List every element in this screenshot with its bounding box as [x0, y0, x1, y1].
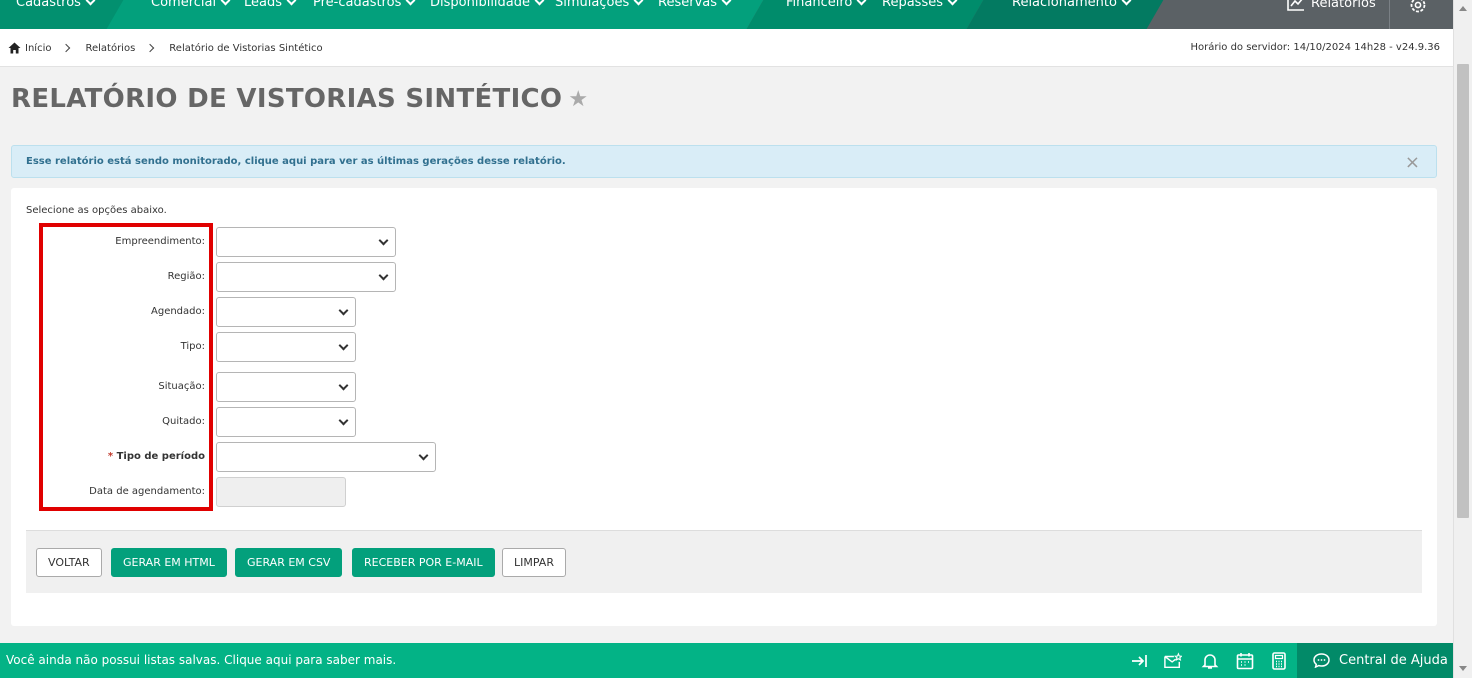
nav-reports-button[interactable]: Relatórios: [1287, 0, 1376, 11]
gerar-html-button[interactable]: GERAR EM HTML: [111, 548, 227, 577]
chevron-down-icon: [338, 415, 349, 426]
breadcrumb-current: Relatório de Vistorias Sintético: [169, 42, 323, 54]
tipo-select[interactable]: [216, 332, 356, 362]
nav-item-cadastros[interactable]: Cadastros: [16, 0, 96, 10]
nav-item-reservas[interactable]: Reservas: [658, 0, 732, 10]
scroll-thumb[interactable]: [1457, 64, 1469, 518]
regiao-select[interactable]: [216, 262, 396, 292]
monitoring-alert: Esse relatório está sendo monitorado, cl…: [11, 145, 1437, 178]
chevron-down-icon: [220, 0, 231, 6]
highlight-box: [39, 223, 213, 511]
situacao-select[interactable]: [216, 372, 356, 402]
page-title: RELATÓRIO DE VISTORIAS SINTÉTICO: [11, 84, 563, 114]
scroll-down-arrow-icon[interactable]: [1459, 666, 1467, 671]
nav-item-simulacoes[interactable]: Simulações: [555, 0, 644, 10]
chevron-down-icon: [286, 0, 297, 6]
chevron-right-icon: [146, 43, 155, 53]
chevron-down-icon: [378, 270, 389, 281]
chevron-down-icon: [405, 0, 416, 6]
top-navigation: Cadastros Comercial Leads Pré-cadastros …: [0, 0, 1453, 29]
chevron-down-icon: [856, 0, 867, 6]
chevron-down-icon: [1121, 0, 1132, 6]
chevron-down-icon: [338, 340, 349, 351]
scroll-up-arrow-icon[interactable]: [1459, 6, 1467, 11]
mail-star-icon[interactable]: [1164, 652, 1182, 670]
help-center-button[interactable]: Central de Ajuda: [1297, 643, 1453, 678]
nav-item-relacionamento[interactable]: Relacionamento: [1012, 0, 1132, 10]
chevron-down-icon: [418, 450, 429, 461]
report-form-panel: Selecione as opções abaixo. Empreendimen…: [11, 188, 1437, 626]
action-bar: VOLTAR GERAR EM HTML GERAR EM CSV RECEBE…: [26, 530, 1422, 593]
footer-bar: Você ainda não possui listas salvas. Cli…: [0, 643, 1453, 678]
receber-email-button[interactable]: RECEBER POR E-MAIL: [352, 548, 495, 577]
home-icon: [8, 42, 21, 54]
breadcrumb: Início Relatórios Relatório de Vistorias…: [8, 42, 323, 54]
gear-icon: [1410, 0, 1426, 13]
quitado-select[interactable]: [216, 407, 356, 437]
settings-button[interactable]: [1408, 0, 1428, 15]
breadcrumb-home[interactable]: Início: [8, 42, 51, 54]
chevron-right-icon: [62, 43, 71, 53]
form-intro: Selecione as opções abaixo.: [26, 205, 167, 216]
close-icon[interactable]: ×: [1405, 152, 1420, 173]
empreendimento-select[interactable]: [216, 227, 396, 257]
chevron-down-icon: [534, 0, 545, 6]
gerar-csv-button[interactable]: GERAR EM CSV: [235, 548, 343, 577]
chevron-down-icon: [85, 0, 96, 6]
chevron-down-icon: [378, 235, 389, 246]
nav-item-leads[interactable]: Leads: [244, 0, 297, 10]
server-time: Horário do servidor: 14/10/2024 14h28 - …: [1190, 42, 1440, 53]
chevron-down-icon: [338, 380, 349, 391]
page-title-row: RELATÓRIO DE VISTORIAS SINTÉTICO ★: [11, 84, 588, 114]
voltar-button[interactable]: VOLTAR: [36, 548, 102, 577]
star-icon[interactable]: ★: [568, 87, 588, 112]
saved-lists-link[interactable]: Você ainda não possui listas salvas. Cli…: [6, 653, 396, 667]
nav-item-disponibilidade[interactable]: Disponibilidade: [430, 0, 545, 10]
bell-icon[interactable]: [1201, 652, 1219, 670]
breadcrumb-bar: Início Relatórios Relatório de Vistorias…: [0, 29, 1453, 67]
alert-link[interactable]: Esse relatório está sendo monitorado, cl…: [26, 156, 566, 167]
chevron-down-icon: [721, 0, 732, 6]
nav-item-pre-cadastros[interactable]: Pré-cadastros: [313, 0, 416, 10]
vertical-scrollbar[interactable]: [1453, 0, 1472, 678]
chevron-down-icon: [947, 0, 958, 6]
nav-item-comercial[interactable]: Comercial: [151, 0, 231, 10]
chat-bubble-icon: [1313, 653, 1330, 668]
limpar-button[interactable]: LIMPAR: [502, 548, 566, 577]
nav-item-repasses[interactable]: Repasses: [882, 0, 958, 10]
calculator-icon[interactable]: [1270, 652, 1288, 670]
arrow-right-to-line-icon[interactable]: [1131, 652, 1149, 670]
tipo-periodo-select[interactable]: [216, 442, 436, 472]
chevron-down-icon: [633, 0, 644, 6]
data-agendamento-input: [216, 477, 346, 507]
chart-line-icon: [1287, 0, 1304, 11]
nav-item-financeiro[interactable]: Financeiro: [786, 0, 867, 10]
agendado-select[interactable]: [216, 297, 356, 327]
chevron-down-icon: [338, 305, 349, 316]
breadcrumb-relatorios[interactable]: Relatórios: [85, 43, 135, 54]
calendar-icon[interactable]: [1236, 652, 1254, 670]
